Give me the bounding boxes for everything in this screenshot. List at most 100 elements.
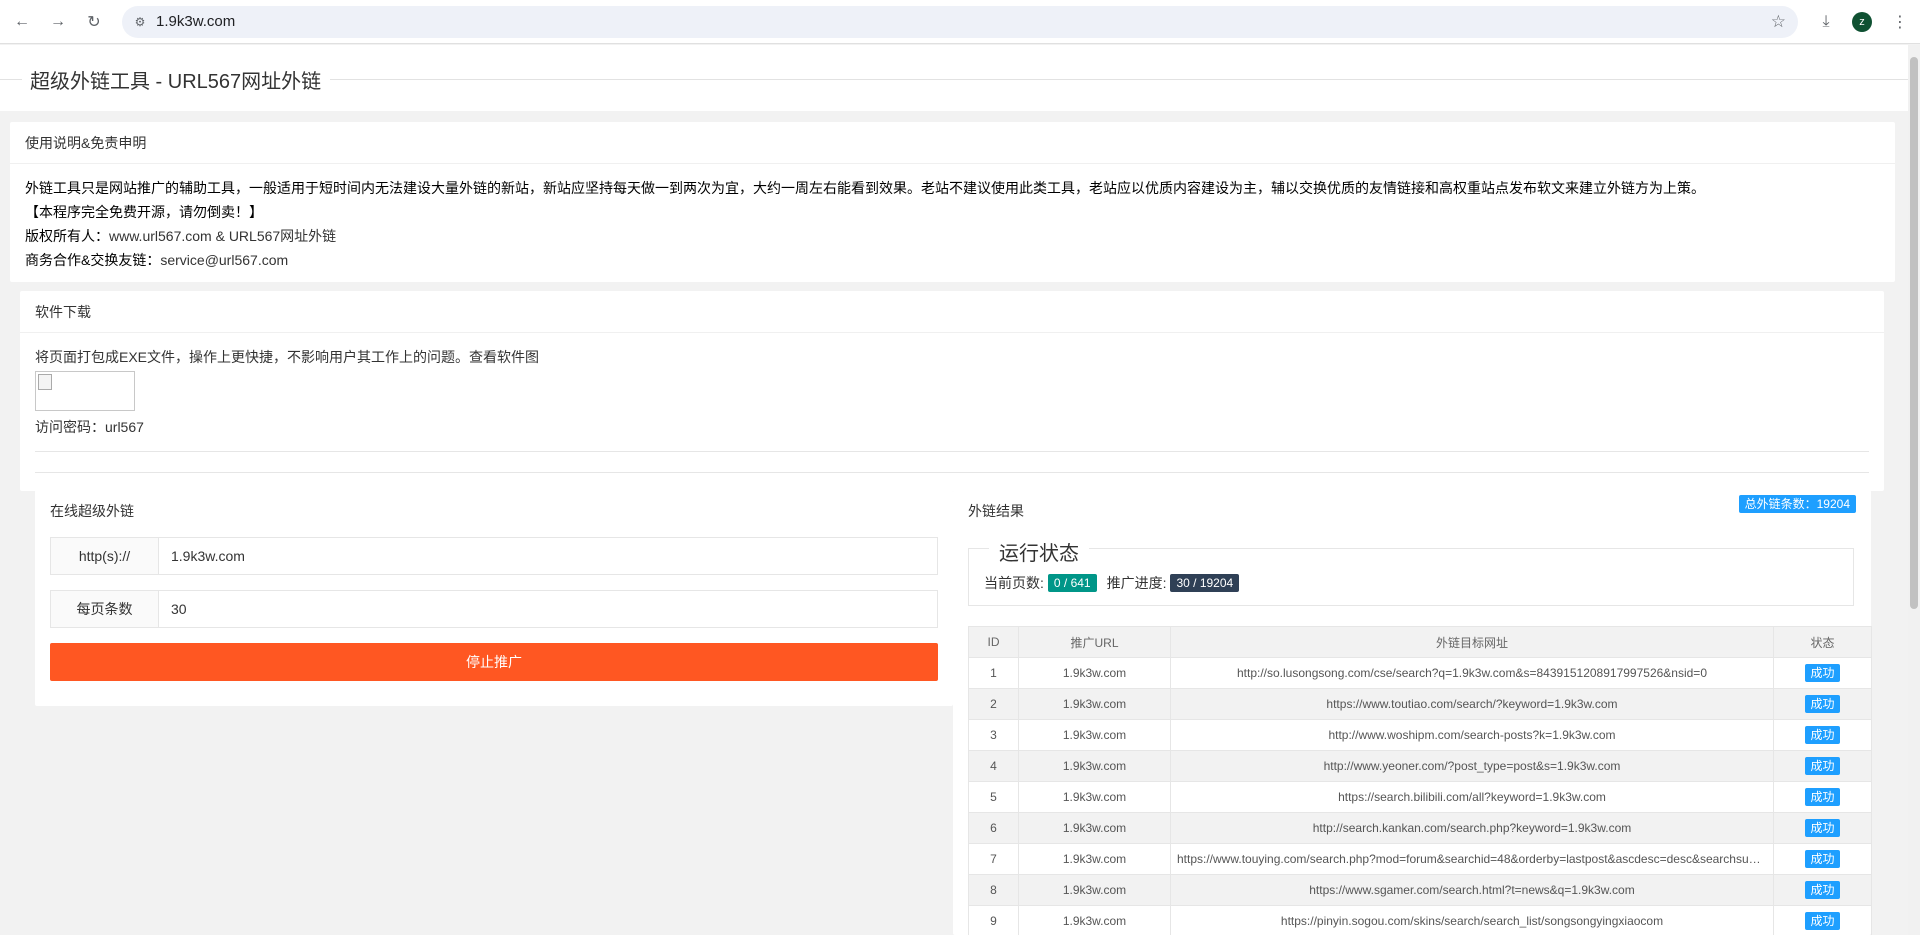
download-icon[interactable]: ⤓	[1814, 10, 1838, 34]
status-success-badge: 成功	[1805, 850, 1840, 868]
row-id: 8	[968, 874, 1019, 906]
row-url: 1.9k3w.com	[1018, 657, 1171, 689]
column-header: 外链目标网址	[1170, 626, 1774, 658]
download-body: 将页面打包成EXE文件，操作上更快捷，不影响用户其工作上的问题。查看软件图 访问…	[20, 333, 1884, 451]
page-scrollbar[interactable]	[1908, 45, 1920, 935]
run-status-line: 当前页数: 0 / 641 推广进度: 30 / 19204	[984, 573, 1249, 593]
notice-contact: 商务合作&交换友链：service@url567.com	[25, 248, 1880, 272]
contact-label: 商务合作&交换友链：	[25, 252, 161, 268]
table-row: 1 1.9k3w.com http://so.lusongsong.com/cs…	[968, 657, 1872, 689]
status-success-badge: 成功	[1805, 912, 1840, 930]
row-url: 1.9k3w.com	[1018, 750, 1171, 782]
status-success-badge: 成功	[1805, 664, 1840, 682]
row-target[interactable]: http://www.woshipm.com/search-posts?k=1.…	[1170, 719, 1774, 751]
table-row: 6 1.9k3w.com http://search.kankan.com/se…	[968, 812, 1872, 844]
progress-label: 推广进度:	[1106, 575, 1167, 591]
row-target[interactable]: http://so.lusongsong.com/cse/search?q=1.…	[1170, 657, 1774, 689]
divider	[35, 472, 1869, 473]
online-link-panel: 在线超级外链 http(s):// 1.9k3w.com 每页条数 30 停止推…	[35, 490, 953, 706]
row-url: 1.9k3w.com	[1018, 905, 1171, 935]
notice-body: 外链工具只是网站推广的辅助工具，一般适用于短时间内无法建设大量外链的新站，新站应…	[10, 164, 1895, 284]
stop-promotion-button[interactable]: 停止推广	[50, 643, 938, 681]
table-row: 8 1.9k3w.com https://www.sgamer.com/sear…	[968, 874, 1872, 906]
row-status-cell: 成功	[1773, 874, 1872, 906]
row-url: 1.9k3w.com	[1018, 812, 1171, 844]
scrollbar-thumb[interactable]	[1910, 57, 1918, 609]
domain-form-row: http(s):// 1.9k3w.com	[50, 537, 938, 575]
row-url: 1.9k3w.com	[1018, 688, 1171, 720]
site-info-icon[interactable]: ⚙	[132, 14, 148, 30]
row-id: 9	[968, 905, 1019, 935]
perpage-form-row: 每页条数 30	[50, 590, 938, 628]
table-row: 3 1.9k3w.com http://www.woshipm.com/sear…	[968, 719, 1872, 751]
reload-icon[interactable]: ↻	[82, 10, 106, 34]
online-link-title: 在线超级外链	[50, 503, 134, 519]
notice-card: 使用说明&免责申明 外链工具只是网站推广的辅助工具，一般适用于短时间内无法建设大…	[10, 122, 1895, 282]
row-target[interactable]: https://www.touying.com/search.php?mod=f…	[1170, 843, 1774, 875]
results-panel: 外链结果 总外链条数：19204 运行状态 当前页数: 0 / 641 推广进度…	[953, 490, 1872, 935]
run-status-fieldset: 运行状态 当前页数: 0 / 641 推广进度: 30 / 19204	[968, 537, 1854, 606]
table-row: 4 1.9k3w.com http://www.yeoner.com/?post…	[968, 750, 1872, 782]
column-header: 推广URL	[1018, 626, 1171, 658]
row-status-cell: 成功	[1773, 843, 1872, 875]
row-target[interactable]: https://pinyin.sogou.com/skins/search/se…	[1170, 905, 1774, 935]
total-links-badge: 总外链条数：19204	[1738, 495, 1856, 513]
row-id: 7	[968, 843, 1019, 875]
row-id: 4	[968, 750, 1019, 782]
notice-owner: 版权所有人：www.url567.com & URL567网址外链	[25, 224, 1880, 248]
progress-badge: 30 / 19204	[1170, 574, 1240, 592]
perpage-label: 每页条数	[51, 591, 159, 627]
row-target[interactable]: http://search.kankan.com/search.php?keyw…	[1170, 812, 1774, 844]
row-url: 1.9k3w.com	[1018, 781, 1171, 813]
header-rule-right	[330, 79, 1908, 80]
bookmark-star-icon[interactable]: ☆	[1771, 12, 1786, 32]
page-title: 超级外链工具 - URL567网址外链	[30, 71, 322, 93]
divider	[35, 451, 1869, 452]
contact-value[interactable]: service@url567.com	[160, 252, 288, 268]
row-id: 2	[968, 688, 1019, 720]
row-url: 1.9k3w.com	[1018, 719, 1171, 751]
row-target[interactable]: https://www.toutiao.com/search/?keyword=…	[1170, 688, 1774, 720]
row-id: 1	[968, 657, 1019, 689]
status-success-badge: 成功	[1805, 788, 1840, 806]
status-success-badge: 成功	[1805, 881, 1840, 899]
row-url: 1.9k3w.com	[1018, 874, 1171, 906]
current-page-label: 当前页数:	[984, 575, 1044, 591]
address-bar[interactable]: ⚙ 1.9k3w.com ☆	[122, 6, 1798, 38]
owner-value[interactable]: www.url567.com & URL567网址外链	[109, 228, 336, 244]
notice-title: 使用说明&免责申明	[10, 122, 1895, 164]
row-status-cell: 成功	[1773, 905, 1872, 935]
row-target[interactable]: https://search.bilibili.com/all?keyword=…	[1170, 781, 1774, 813]
row-status-cell: 成功	[1773, 688, 1872, 720]
row-id: 6	[968, 812, 1019, 844]
back-arrow-icon[interactable]: ←	[10, 10, 34, 34]
kebab-menu-icon[interactable]: ⋮	[1888, 10, 1912, 34]
column-header: ID	[968, 626, 1019, 658]
row-url: 1.9k3w.com	[1018, 843, 1171, 875]
table-header-row: ID 推广URL 外链目标网址 状态	[968, 626, 1872, 658]
download-card: 软件下载 将页面打包成EXE文件，操作上更快捷，不影响用户其工作上的问题。查看软…	[20, 291, 1884, 491]
download-description[interactable]: 将页面打包成EXE文件，操作上更快捷，不影响用户其工作上的问题。查看软件图	[35, 345, 1869, 369]
download-title: 软件下载	[20, 291, 1884, 333]
run-status-legend: 运行状态	[989, 537, 1089, 566]
column-header: 状态	[1773, 626, 1872, 658]
forward-arrow-icon[interactable]: →	[46, 10, 70, 34]
protocol-label: http(s)://	[51, 538, 159, 574]
results-title: 外链结果	[968, 503, 1024, 519]
row-target[interactable]: http://www.yeoner.com/?post_type=post&s=…	[1170, 750, 1774, 782]
row-target[interactable]: https://www.sgamer.com/search.html?t=new…	[1170, 874, 1774, 906]
status-success-badge: 成功	[1805, 726, 1840, 744]
browser-toolbar: ← → ↻ ⚙ 1.9k3w.com ☆ ⤓ z ⋮	[0, 0, 1920, 44]
table-row: 5 1.9k3w.com https://search.bilibili.com…	[968, 781, 1872, 813]
software-screenshot-image[interactable]	[35, 371, 135, 411]
current-page-badge: 0 / 641	[1047, 574, 1097, 592]
table-row: 2 1.9k3w.com https://www.toutiao.com/sea…	[968, 688, 1872, 720]
table-row: 7 1.9k3w.com https://www.touying.com/sea…	[968, 843, 1872, 875]
download-password: 访问密码：url567	[35, 419, 144, 435]
profile-avatar[interactable]: z	[1852, 12, 1872, 32]
row-status-cell: 成功	[1773, 781, 1872, 813]
domain-input[interactable]: 1.9k3w.com	[171, 538, 245, 574]
row-status-cell: 成功	[1773, 812, 1872, 844]
perpage-input[interactable]: 30	[171, 591, 187, 627]
address-url[interactable]: 1.9k3w.com	[156, 13, 235, 30]
